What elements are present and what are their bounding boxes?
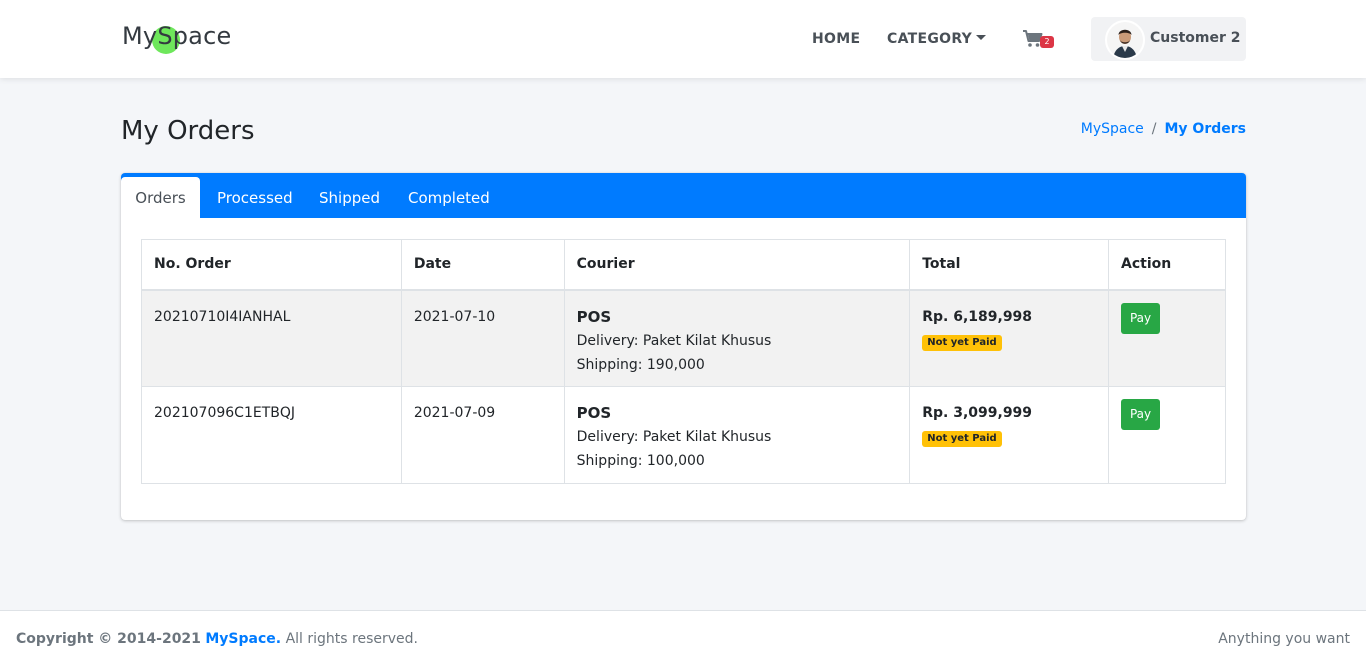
cart-button[interactable]: 2 <box>1023 29 1055 51</box>
footer-tagline: Anything you want <box>1218 631 1350 647</box>
avatar-image <box>1107 22 1143 58</box>
breadcrumb-current: My Orders <box>1164 121 1247 137</box>
nav-home-link[interactable]: HOME <box>812 31 860 47</box>
tab-completed[interactable]: Completed <box>392 177 506 218</box>
navbar: MySpace HOME CATEGORY 2 Customer 2 <box>0 0 1366 78</box>
order-no: 202107096C1ETBQJ <box>154 405 295 421</box>
shipping-cost: Shipping: 100,000 <box>576 453 705 469</box>
caret-down-icon <box>976 35 987 40</box>
column-header-action: Action <box>1108 239 1226 291</box>
user-menu-button[interactable]: Customer 2 <box>1091 17 1246 61</box>
order-no-cell: 20210710I4IANHAL <box>141 289 402 387</box>
breadcrumb-separator: / <box>1151 121 1157 137</box>
footer-copyright: Copyright © 2014-2021 MySpace. All right… <box>16 631 418 647</box>
column-header-order-no: No. Order <box>141 239 402 291</box>
delivery-service: Delivery: Paket Kilat Khusus <box>576 429 772 445</box>
nav-category-dropdown[interactable]: CATEGORY <box>887 31 987 47</box>
total-cell: Rp. 3,099,999 Not yet Paid <box>909 386 1110 484</box>
column-header-date: Date <box>400 239 565 291</box>
breadcrumb: MySpace / My Orders <box>1081 121 1246 137</box>
status-badge: Not yet Paid <box>922 431 1002 447</box>
order-date: 2021-07-09 <box>413 405 496 421</box>
table-header-row: No. Order Date Courier Total Action <box>141 239 1226 291</box>
total-cell: Rp. 6,189,998 Not yet Paid <box>909 289 1110 387</box>
courier-name: POS <box>576 404 612 422</box>
footer: Copyright © 2014-2021 MySpace. All right… <box>0 610 1366 667</box>
orders-card: Orders Processed Shipped Completed No. O… <box>121 173 1246 520</box>
date-cell: 2021-07-10 <box>400 289 565 387</box>
brand-logo[interactable]: MySpace <box>122 22 232 54</box>
tab-shipped[interactable]: Shipped <box>303 177 396 218</box>
action-cell: Pay <box>1108 386 1226 484</box>
nav-home-label: HOME <box>812 31 861 47</box>
courier-cell: POS Delivery: Paket Kilat Khusus Shippin… <box>563 386 911 484</box>
tab-processed[interactable]: Processed <box>201 177 309 218</box>
status-badge: Not yet Paid <box>922 334 1002 351</box>
copyright-text: Copyright © 2014-2021 <box>16 631 201 647</box>
order-date: 2021-07-10 <box>413 308 496 325</box>
footer-brand-link[interactable]: MySpace. <box>205 631 281 647</box>
order-no-cell: 202107096C1ETBQJ <box>141 386 402 484</box>
table-row: 202107096C1ETBQJ 2021-07-09 POS Delivery… <box>141 386 1226 484</box>
brand-suffix: pace <box>172 22 232 50</box>
date-cell: 2021-07-09 <box>400 386 565 484</box>
nav-category-label: CATEGORY <box>887 31 973 47</box>
tab-orders[interactable]: Orders <box>121 177 200 218</box>
breadcrumb-root-link[interactable]: MySpace <box>1081 121 1144 137</box>
brand-highlight: S <box>157 22 173 50</box>
order-total: Rp. 3,099,999 <box>922 405 1033 421</box>
cart-count-badge: 2 <box>1040 36 1054 48</box>
order-no: 20210710I4IANHAL <box>154 308 291 325</box>
user-avatar <box>1105 20 1145 60</box>
table-row: 20210710I4IANHAL 2021-07-10 POS Delivery… <box>141 289 1226 387</box>
tabs-bar: Orders Processed Shipped Completed <box>121 173 1246 218</box>
shipping-cost: Shipping: 190,000 <box>576 356 705 373</box>
column-header-courier: Courier <box>563 239 911 291</box>
action-cell: Pay <box>1108 289 1226 387</box>
orders-table: No. Order Date Courier Total Action 2021… <box>141 239 1226 484</box>
delivery-service: Delivery: Paket Kilat Khusus <box>576 332 772 349</box>
column-header-total: Total <box>909 239 1110 291</box>
page-title: My Orders <box>121 116 255 146</box>
pay-button[interactable]: Pay <box>1121 302 1161 334</box>
user-name: Customer 2 <box>1150 30 1241 46</box>
rights-text: All rights reserved. <box>285 631 418 647</box>
courier-cell: POS Delivery: Paket Kilat Khusus Shippin… <box>563 289 911 387</box>
pay-button[interactable]: Pay <box>1121 399 1161 430</box>
order-total: Rp. 6,189,998 <box>922 308 1033 325</box>
courier-name: POS <box>576 307 612 326</box>
brand-prefix: My <box>122 22 158 50</box>
